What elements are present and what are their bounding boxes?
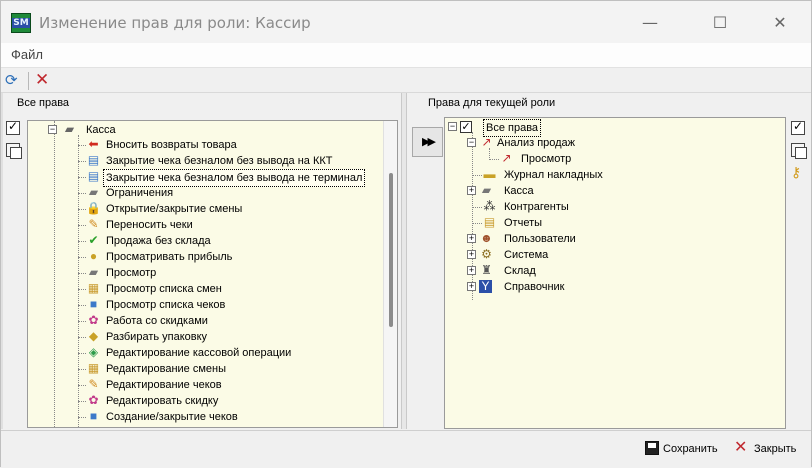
copy-icon[interactable]	[791, 143, 807, 159]
window-title: Изменение прав для роли: Кассир	[39, 14, 311, 32]
left-edge	[1, 93, 3, 429]
chart-icon: ↗	[501, 151, 512, 165]
cash-register-icon: ▰	[88, 265, 99, 279]
receipt-list-icon: ■	[89, 297, 98, 311]
copy-icon[interactable]	[6, 143, 22, 159]
left-tree-scrollbar[interactable]	[383, 121, 397, 427]
receipt-edit-icon: ✎	[88, 377, 99, 391]
minimize-button[interactable]: —	[627, 9, 673, 37]
tree-line	[54, 121, 55, 427]
directory-icon: Y	[479, 280, 492, 293]
add-rights-button[interactable]: ▶▶	[412, 127, 443, 157]
invoice-icon: ▬	[483, 167, 496, 181]
contractors-icon: ⁂	[483, 199, 496, 213]
select-all-icon[interactable]	[791, 119, 805, 135]
menu-bar: Файл	[1, 43, 811, 67]
shift-edit-icon: ▦	[87, 361, 100, 375]
toolbar-separator	[28, 72, 29, 90]
current-role-rights-tree[interactable]: − ✓ Все права − ↗ Анализ продаж ↗ Просмо…	[444, 117, 786, 429]
users-icon: ☻	[480, 231, 493, 245]
maximize-button[interactable]: ☐	[697, 9, 743, 37]
key-icon[interactable]: ⚷	[791, 164, 807, 180]
expand-icon[interactable]: +	[467, 186, 476, 195]
cash-register-icon: ▰	[481, 183, 492, 197]
collapse-icon[interactable]: −	[448, 122, 457, 131]
scrollbar-thumb[interactable]	[389, 173, 393, 327]
expand-icon[interactable]: +	[467, 234, 476, 243]
role-rights-window: SM Изменение прав для роли: Кассир — ☐ ✕…	[0, 0, 812, 468]
all-rights-tree[interactable]: − ▰ Касса ⬅ Вносить возвраты товара ▤ За…	[27, 120, 398, 428]
lock-icon: 🔒	[86, 201, 101, 215]
gift-icon: ✿	[88, 313, 99, 327]
expand-icon[interactable]: +	[467, 250, 476, 259]
save-button[interactable]: Сохранить	[645, 440, 721, 458]
window-close-button[interactable]: ✕	[757, 9, 803, 37]
receipt-list-icon: ■	[89, 409, 98, 423]
delete-icon[interactable]: ✕	[35, 71, 51, 89]
check-mark-icon: ✔	[88, 233, 99, 247]
gift-icon: ✿	[88, 393, 99, 407]
expand-icon[interactable]: +	[467, 282, 476, 291]
box-icon: ◆	[88, 329, 99, 343]
menu-file[interactable]: Файл	[11, 47, 43, 62]
select-all-icon[interactable]	[6, 119, 20, 135]
gears-icon: ⚙	[481, 247, 492, 261]
report-icon: ▤	[483, 215, 496, 229]
money-edit-icon: ◈	[88, 345, 99, 359]
app-logo-icon: SM	[11, 13, 31, 33]
collapse-icon[interactable]: −	[48, 125, 57, 134]
right-panel-header: Права для текущей роли	[428, 97, 556, 109]
close-icon: ✕	[734, 439, 748, 456]
refresh-icon[interactable]: ⟳	[5, 73, 21, 89]
chart-icon: ↗	[481, 135, 492, 149]
panel-splitter[interactable]	[401, 93, 407, 429]
cash-register-icon: ▰	[64, 122, 75, 136]
cash-register-icon: ▰	[88, 185, 99, 199]
collapse-icon[interactable]: −	[467, 138, 476, 147]
left-panel-header: Все права	[17, 97, 70, 109]
warehouse-icon: ♜	[481, 263, 492, 277]
floppy-disk-icon	[645, 441, 659, 455]
expand-icon[interactable]: +	[467, 266, 476, 275]
title-bar[interactable]: SM Изменение прав для роли: Кассир — ☐ ✕	[1, 1, 811, 43]
return-arrow-icon: ⬅	[88, 137, 99, 151]
shift-list-icon: ▦	[87, 281, 100, 295]
toolbar: ⟳ ✕	[1, 67, 811, 93]
receipt-card-icon: ▤	[87, 169, 100, 183]
close-button[interactable]: ✕ Закрыть	[734, 439, 800, 458]
checkbox-checked-icon[interactable]: ✓	[460, 121, 472, 133]
receipt-card-icon: ▤	[87, 153, 100, 167]
pencil-icon: ✎	[88, 217, 99, 231]
coins-icon: ●	[89, 249, 98, 263]
